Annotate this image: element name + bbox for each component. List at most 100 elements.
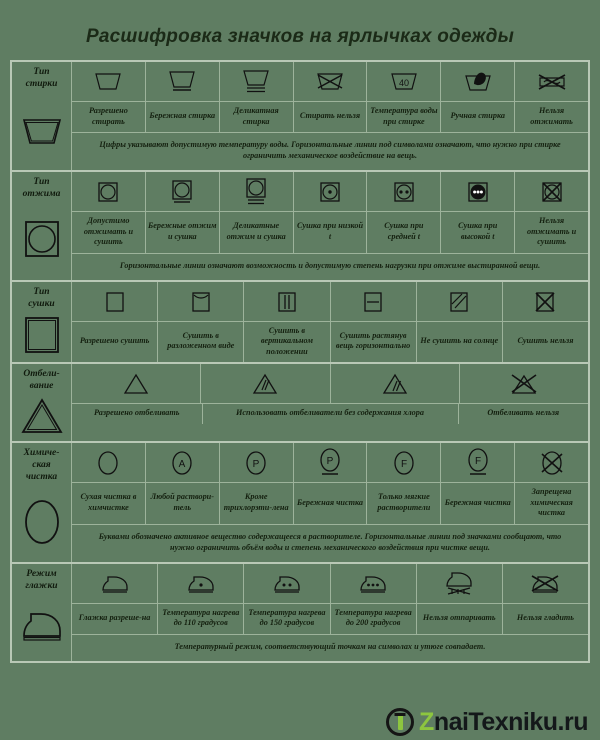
section-header-dryclean: Химиче- ская чистка: [12, 443, 72, 562]
icon-row-bleach: [72, 364, 588, 404]
label-cell: Глажка разреше-на: [72, 603, 159, 634]
square-dry-icon: [23, 315, 61, 357]
triangle-two-lines-icon: [331, 364, 460, 403]
square-plain-icon: [72, 281, 159, 321]
label-cell: Не сушить на солнце: [417, 321, 503, 362]
circle-p-icon: P: [220, 443, 294, 482]
logo-mark-icon: [386, 708, 415, 736]
basin-two-bars-icon: [220, 62, 294, 101]
svg-text:A: A: [179, 459, 186, 470]
label-cell: Запрещена химическая чистка: [530, 487, 573, 517]
tumble-one-dot-icon: [294, 172, 368, 211]
label-cell: Температура нагрева до 150 градусов: [244, 603, 331, 634]
care-symbols-table: Тип стирки 40 Разрешено стирать Бережная…: [10, 60, 590, 663]
logo-cap: [394, 713, 406, 716]
label-row-wash: Разрешено стирать Бережная стирка Делика…: [72, 102, 588, 132]
section-caption-line2: отжима: [22, 189, 61, 199]
label-cell: Сухая чистка в химчистке: [72, 483, 146, 524]
section-note: Буквами обозначено активное вещество сод…: [72, 523, 588, 562]
section-caption-line1: Тип: [33, 67, 50, 77]
label-cell: Температура нагрева до 200 градусов: [331, 603, 417, 634]
tumble-two-dots-icon: [367, 172, 442, 211]
tumble-dry-icon: [22, 205, 62, 274]
circle-f-bar-icon: F: [441, 443, 516, 482]
section-header-wash: Тип стирки: [12, 62, 72, 170]
watermark-logo: ZnaiTexniku.ru: [386, 707, 589, 736]
iron-no-steam-icon: [417, 563, 503, 603]
basin-hand-icon: [441, 62, 516, 101]
section-dryclean: Химиче- ская чистка A P P F F Сухая чист…: [12, 443, 588, 564]
basin-crossed-icon: [294, 62, 368, 101]
section-dry: Тип сушки Разрешено сушить Сушить в разл…: [12, 281, 588, 364]
circle-dryclean-icon: [22, 488, 62, 556]
basin-temperature-icon: 40: [367, 62, 442, 101]
section-caption-line1: Тип: [33, 177, 50, 187]
tumble-plain-icon: [72, 172, 146, 211]
circle-p-bar-icon: P: [294, 443, 368, 482]
label-cell: Бережная чистка: [294, 483, 368, 524]
label-cell: Нельзя гладить: [516, 612, 575, 622]
label-cell: Сушка при высокой t: [441, 212, 516, 253]
label-cell: Бережная стирка: [146, 102, 220, 132]
square-crossed-icon: [503, 282, 588, 321]
label-cell: Использовать отбеливатели без содержания…: [203, 404, 459, 424]
svg-text:F: F: [401, 459, 407, 470]
label-cell: Сушить растянув вещь горизонтально: [331, 321, 417, 362]
circle-f-icon: F: [367, 443, 442, 482]
label-cell: Нельзя отжимать и сушить: [526, 216, 577, 246]
label-cell: Разрешено сушить: [72, 321, 159, 362]
section-body-bleach: Разрешено отбеливать Использовать отбели…: [72, 364, 588, 441]
tumble-two-bars-icon: [220, 172, 294, 211]
section-iron: Режим глажки Глажка разреше-на Температу…: [12, 563, 588, 663]
section-caption-line1: Режим: [26, 568, 57, 579]
iron-three-dots-icon: [331, 563, 417, 603]
icon-row-spin: [72, 172, 588, 212]
section-caption-line2: стирки: [25, 79, 58, 89]
iron-crossed-icon: [503, 564, 588, 603]
square-vertical-lines-icon: [244, 281, 331, 321]
label-cell: Только мягкие растворители: [367, 483, 442, 524]
basin-plain-icon: [72, 62, 146, 101]
section-caption-line2: вание: [29, 381, 54, 391]
tumble-three-dots-icon: [441, 172, 516, 211]
logo-tail-text: naiTexniku.ru: [433, 707, 589, 736]
label-row-bleach: Разрешено отбеливать Использовать отбели…: [72, 404, 588, 424]
label-cell: Стирать нельзя: [294, 102, 368, 132]
icon-row-iron: [72, 563, 588, 604]
logo-bar: [397, 714, 403, 730]
label-cell: Разрешено отбеливать: [72, 404, 203, 424]
section-header-dry: Тип сушки: [12, 281, 72, 362]
icon-row-dry: [72, 281, 588, 322]
basin-one-bar-icon: [146, 62, 220, 101]
section-bleach: Отбели- вание Разрешено отбеливать Испол…: [12, 364, 588, 443]
label-cell: Сушить в разложенном виде: [158, 321, 245, 362]
svg-text:F: F: [475, 456, 481, 467]
triangle-bleach-icon: [20, 397, 64, 435]
section-header-iron: Режим глажки: [12, 563, 72, 661]
section-caption-line2: сушки: [28, 298, 55, 309]
section-body-wash: 40 Разрешено стирать Бережная стирка Дел…: [72, 62, 588, 170]
svg-text:40: 40: [399, 78, 409, 88]
label-cell: Сушка при низкой t: [294, 212, 368, 253]
label-cell: Отбеливать нельзя: [487, 408, 560, 417]
label-cell: Нельзя отжимать: [530, 106, 573, 126]
icon-row-dryclean: A P P F F: [72, 443, 588, 483]
triangle-double-lines-icon: [201, 364, 331, 403]
section-body-dry: Разрешено сушить Сушить в разложенном ви…: [72, 281, 588, 362]
page-title: Расшифровка значков на ярлычках одежды: [85, 26, 515, 47]
square-line-top-icon: [158, 281, 245, 321]
label-cell: Деликатная стирка: [220, 102, 294, 132]
svg-text:P: P: [253, 459, 260, 470]
section-caption-line1: Химиче-: [23, 448, 60, 458]
svg-text:P: P: [327, 456, 334, 467]
section-body-dryclean: A P P F F Сухая чистка в химчистке Любой…: [72, 443, 588, 562]
section-caption-line1: Тип: [33, 286, 50, 297]
logo-wordmark: ZnaiTexniku.ru: [419, 707, 589, 736]
section-body-spin: Допустимо отжимать и сушить Бережные отж…: [72, 172, 588, 280]
section-wash: Тип стирки 40 Разрешено стирать Бережная…: [12, 62, 588, 172]
circle-a-icon: A: [146, 443, 220, 482]
label-cell: Нельзя отпаривать: [417, 603, 503, 634]
section-body-iron: Глажка разреше-на Температура нагрева до…: [72, 563, 588, 661]
tumble-one-bar-icon: [146, 172, 220, 211]
label-cell: Сушить в вертикальном положении: [244, 321, 331, 362]
